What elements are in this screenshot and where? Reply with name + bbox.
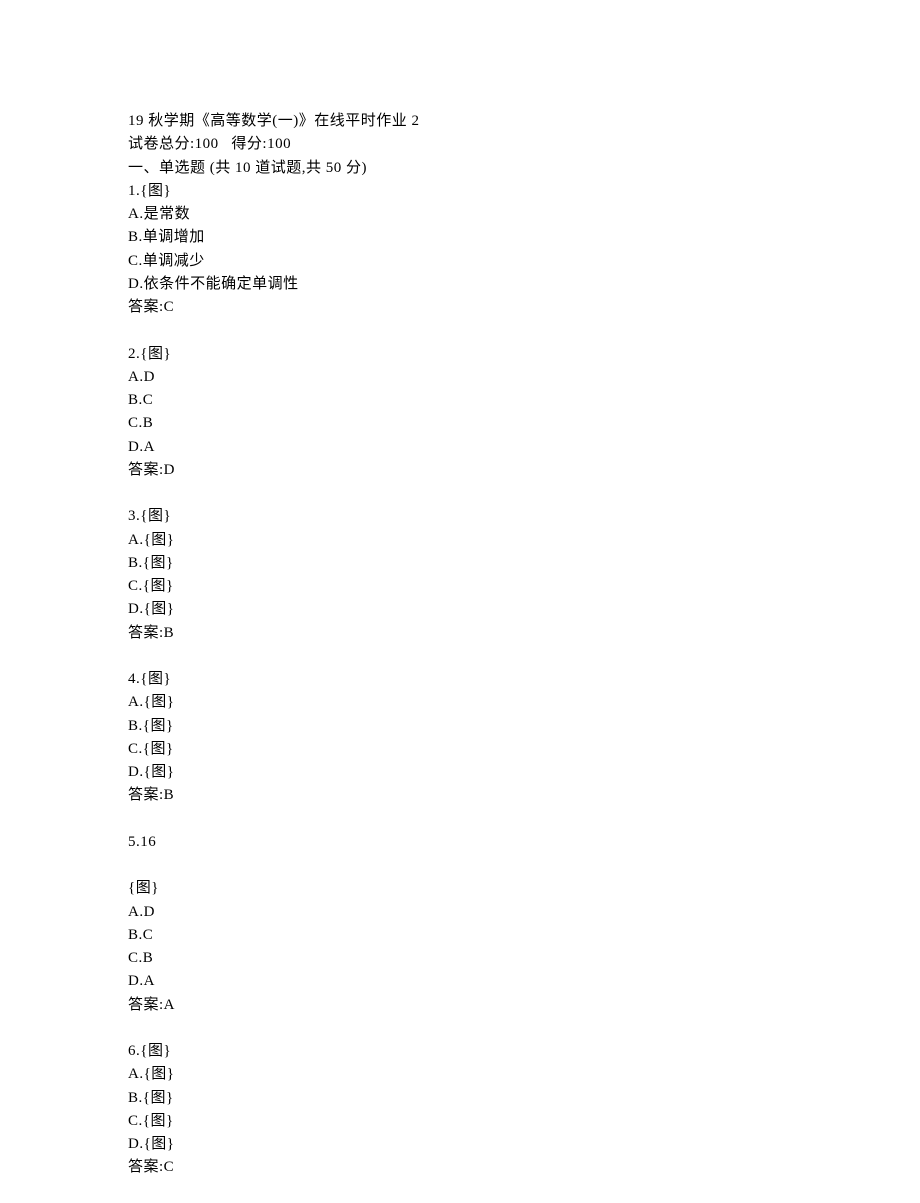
- option-line: C.{图}: [128, 1110, 920, 1133]
- blank-line: [128, 482, 920, 505]
- option-line: C.B: [128, 947, 920, 970]
- blank-line: [128, 1017, 920, 1040]
- answer-line: 答案:C: [128, 296, 920, 319]
- question-block: 1.{图}A.是常数B.单调增加C.单调减少D.依条件不能确定单调性答案:C: [128, 180, 920, 343]
- question-extra-line: {图}: [128, 877, 920, 900]
- option-line: B.C: [128, 389, 920, 412]
- question-stem: 5.16: [128, 831, 920, 854]
- question-extra-line: [128, 854, 920, 877]
- option-line: A.{图}: [128, 529, 920, 552]
- option-line: D.A: [128, 436, 920, 459]
- option-line: C.B: [128, 412, 920, 435]
- question-block: 2.{图}A.DB.CC.BD.A答案:D: [128, 343, 920, 506]
- exam-title: 19 秋学期《高等数学(一)》在线平时作业 2: [128, 110, 920, 133]
- question-stem: 1.{图}: [128, 180, 920, 203]
- option-line: D.{图}: [128, 598, 920, 621]
- document-page: 19 秋学期《高等数学(一)》在线平时作业 2 试卷总分:100 得分:100 …: [0, 0, 920, 1203]
- option-line: B.{图}: [128, 552, 920, 575]
- question-block: 5.16 {图}A.DB.CC.BD.A答案:A: [128, 831, 920, 1040]
- answer-line: 答案:B: [128, 622, 920, 645]
- option-line: C.{图}: [128, 738, 920, 761]
- option-line: B.{图}: [128, 1087, 920, 1110]
- section-heading: 一、单选题 (共 10 道试题,共 50 分): [128, 157, 920, 180]
- option-line: D.{图}: [128, 761, 920, 784]
- blank-line: [128, 645, 920, 668]
- option-line: A.{图}: [128, 691, 920, 714]
- option-line: C.{图}: [128, 575, 920, 598]
- option-line: B.{图}: [128, 715, 920, 738]
- option-line: D.{图}: [128, 1133, 920, 1156]
- option-line: D.A: [128, 970, 920, 993]
- answer-line: 答案:A: [128, 994, 920, 1017]
- answer-line: 答案:C: [128, 1156, 920, 1179]
- blank-line: [128, 808, 920, 831]
- option-line: B.单调增加: [128, 226, 920, 249]
- option-line: C.单调减少: [128, 250, 920, 273]
- score-line: 试卷总分:100 得分:100: [128, 133, 920, 156]
- question-stem: 2.{图}: [128, 343, 920, 366]
- option-line: A.D: [128, 366, 920, 389]
- option-line: D.依条件不能确定单调性: [128, 273, 920, 296]
- questions-container: 1.{图}A.是常数B.单调增加C.单调减少D.依条件不能确定单调性答案:C 2…: [128, 180, 920, 1203]
- option-line: B.C: [128, 924, 920, 947]
- question-block: 4.{图}A.{图}B.{图}C.{图}D.{图}答案:B: [128, 668, 920, 831]
- option-line: A.{图}: [128, 1063, 920, 1086]
- question-block: 3.{图}A.{图}B.{图}C.{图}D.{图}答案:B: [128, 505, 920, 668]
- answer-line: 答案:B: [128, 784, 920, 807]
- option-line: A.是常数: [128, 203, 920, 226]
- question-block: 6.{图}A.{图}B.{图}C.{图}D.{图}答案:C: [128, 1040, 920, 1203]
- question-stem: 6.{图}: [128, 1040, 920, 1063]
- answer-line: 答案:D: [128, 459, 920, 482]
- blank-line: [128, 1180, 920, 1203]
- blank-line: [128, 319, 920, 342]
- question-stem: 4.{图}: [128, 668, 920, 691]
- option-line: A.D: [128, 901, 920, 924]
- question-stem: 3.{图}: [128, 505, 920, 528]
